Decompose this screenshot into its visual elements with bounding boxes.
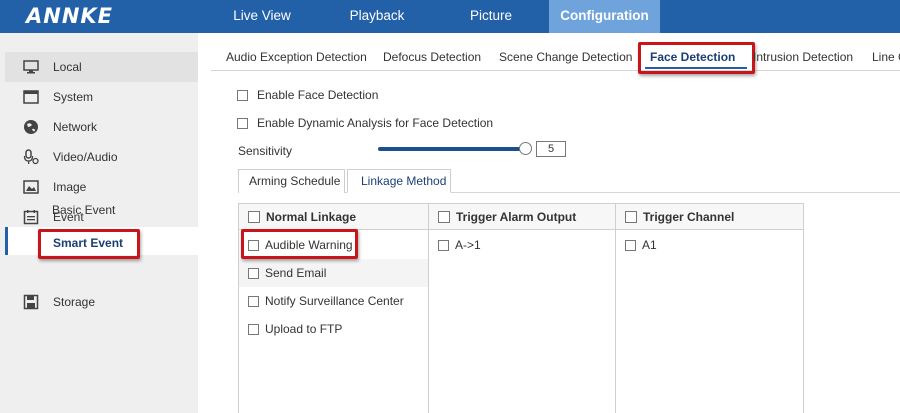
microphone-icon [23, 149, 39, 165]
sidebar-item-system[interactable]: System [5, 82, 198, 112]
floppy-icon [23, 294, 39, 310]
sidebar: Local System Network Video/Audio Image E… [0, 33, 198, 413]
sidebar-item-label: Image [53, 180, 87, 194]
calendar-icon [23, 209, 39, 225]
image-icon [23, 179, 39, 195]
sidebar-item-network[interactable]: Network [5, 112, 198, 142]
notify-surveillance-center-label: Notify Surveillance Center [265, 294, 404, 308]
trigger-channel-a1-checkbox[interactable] [625, 239, 636, 251]
nav-picture[interactable]: Picture [448, 0, 534, 33]
sensitivity-slider-track[interactable] [378, 147, 525, 151]
audible-warning-checkbox[interactable] [248, 239, 259, 251]
nav-playback[interactable]: Playback [328, 0, 426, 33]
sidebar-item-label: Storage [53, 295, 96, 309]
normal-linkage-select-all-checkbox[interactable] [248, 210, 260, 223]
list-item: Upload to FTP [239, 315, 428, 343]
sensitivity-value-input[interactable]: 5 [536, 141, 566, 157]
sidebar-item-storage[interactable]: Storage [5, 287, 198, 317]
sidebar-item-local[interactable]: Local [5, 52, 198, 82]
normal-linkage-column: Normal Linkage Audible Warning Send Emai… [239, 204, 429, 413]
tab-scene-change-detection[interactable]: Scene Change Detection [499, 50, 632, 64]
tab-audio-exception-detection[interactable]: Audio Exception Detection [226, 50, 367, 64]
top-navigation-bar: ANNKE Live View Playback Picture Configu… [0, 0, 900, 33]
window-icon [23, 89, 39, 105]
trigger-alarm-output-header-label: Trigger Alarm Output [456, 209, 577, 224]
sidebar-item-label: System [53, 90, 94, 104]
trigger-channel-column: Trigger Channel A1 [616, 204, 803, 413]
list-item: Send Email [239, 259, 428, 287]
trigger-alarm-output-column: Trigger Alarm Output A->1 [429, 204, 616, 413]
notify-surveillance-center-checkbox[interactable] [248, 295, 259, 307]
enable-dynamic-analysis-checkbox[interactable] [237, 117, 248, 129]
monitor-icon [23, 59, 39, 75]
nav-live-view[interactable]: Live View [212, 0, 312, 33]
list-item: Notify Surveillance Center [239, 287, 428, 315]
list-item: A1 [616, 231, 803, 259]
annke-logo: ANNKE [26, 4, 114, 28]
list-item: Audible Warning [239, 231, 428, 259]
globe-icon [23, 119, 39, 135]
trigger-channel-select-all-checkbox[interactable] [625, 210, 637, 223]
sidebar-item-video-audio[interactable]: Video/Audio [5, 142, 198, 172]
upload-to-ftp-checkbox[interactable] [248, 323, 259, 335]
sidebar-item-label: Video/Audio [53, 150, 118, 164]
normal-linkage-header-label: Normal Linkage [266, 209, 357, 224]
tab-intrusion-detection[interactable]: Intrusion Detection [753, 50, 853, 64]
sensitivity-slider-handle[interactable] [519, 142, 532, 155]
tab-arming-schedule[interactable]: Arming Schedule [238, 169, 345, 193]
detection-subtabs: Audio Exception Detection Defocus Detect… [211, 33, 900, 74]
tab-face-detection[interactable]: Face Detection [638, 42, 755, 74]
active-indicator-bar [5, 227, 8, 255]
sidebar-item-label: Local [53, 60, 82, 74]
enable-face-detection-row: Enable Face Detection [237, 88, 378, 102]
tab-defocus-detection[interactable]: Defocus Detection [383, 50, 481, 64]
alarm-output-a1-label: A->1 [455, 238, 481, 252]
upload-to-ftp-label: Upload to FTP [265, 322, 343, 336]
enable-dynamic-analysis-label: Enable Dynamic Analysis for Face Detecti… [257, 116, 494, 130]
enable-face-detection-label: Enable Face Detection [257, 88, 379, 102]
alarm-output-a1-checkbox[interactable] [438, 239, 449, 251]
linkage-table: Normal Linkage Audible Warning Send Emai… [238, 203, 804, 413]
nav-configuration[interactable]: Configuration [549, 0, 660, 33]
send-email-label: Send Email [265, 266, 327, 280]
audible-warning-label: Audible Warning [265, 238, 353, 252]
send-email-checkbox[interactable] [248, 267, 259, 279]
trigger-channel-a1-label: A1 [642, 238, 657, 252]
sidebar-subitem-smart-event[interactable]: Smart Event [38, 229, 140, 259]
trigger-channel-header: Trigger Channel [616, 204, 803, 230]
sidebar-item-label: Network [53, 120, 98, 134]
enable-dynamic-analysis-row: Enable Dynamic Analysis for Face Detecti… [237, 116, 493, 130]
trigger-alarm-output-select-all-checkbox[interactable] [438, 210, 450, 223]
sidebar-item-image[interactable]: Image [5, 172, 198, 202]
tab-linkage-method[interactable]: Linkage Method [347, 169, 451, 193]
trigger-alarm-output-header: Trigger Alarm Output [429, 204, 615, 230]
normal-linkage-header: Normal Linkage [239, 204, 428, 230]
sensitivity-label: Sensitivity [238, 144, 293, 158]
trigger-channel-header-label: Trigger Channel [643, 209, 735, 224]
list-item: A->1 [429, 231, 615, 259]
sidebar-subitem-basic-event[interactable]: Basic Event [52, 203, 115, 217]
enable-face-detection-checkbox[interactable] [237, 89, 248, 101]
tab-line-crossing-detection[interactable]: Line C [872, 50, 900, 64]
